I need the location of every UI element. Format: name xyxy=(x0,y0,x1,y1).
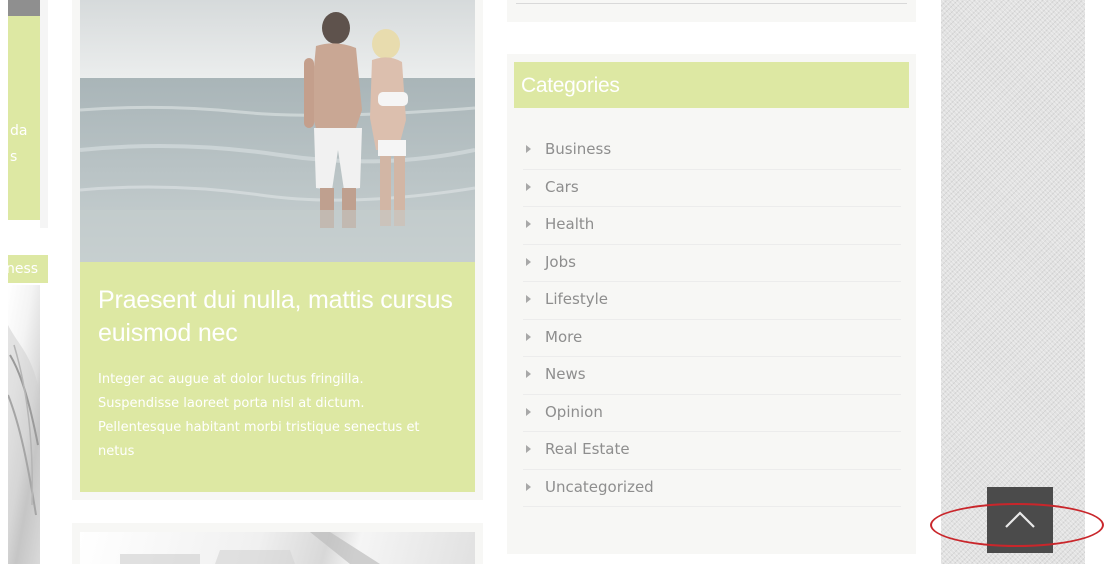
category-link[interactable]: Uncategorized xyxy=(545,477,654,497)
partial-post-text: da s xyxy=(10,123,28,165)
card-cap xyxy=(8,0,40,16)
partial-post-image[interactable] xyxy=(8,285,40,564)
caret-right-icon xyxy=(526,220,531,228)
category-link[interactable]: Jobs xyxy=(545,252,576,272)
partial-post-card[interactable]: da s xyxy=(8,0,40,220)
category-item-lifestyle[interactable]: Lifestyle xyxy=(523,282,901,320)
category-item-business[interactable]: Business xyxy=(523,132,901,170)
next-post-card xyxy=(72,523,483,564)
category-list: Business Cars Health Jobs Lifestyle More… xyxy=(523,132,901,507)
caret-right-icon xyxy=(526,370,531,378)
back-to-top-button[interactable] xyxy=(987,487,1053,553)
background-pattern-panel xyxy=(941,0,1085,564)
category-item-real-estate[interactable]: Real Estate xyxy=(523,432,901,470)
search-widget xyxy=(507,0,916,22)
caret-right-icon xyxy=(526,295,531,303)
caret-right-icon xyxy=(526,407,531,416)
category-item-more[interactable]: More xyxy=(523,320,901,357)
caret-right-icon xyxy=(526,332,531,341)
post-title-link[interactable]: Praesent dui nulla, mattis cursus euismo… xyxy=(98,284,468,350)
category-link[interactable]: Opinion xyxy=(545,402,603,422)
featured-post-image[interactable] xyxy=(80,0,475,262)
widget-title: Categories xyxy=(521,74,620,97)
post-excerpt: Integer ac augue at dolor luctus fringil… xyxy=(98,372,420,459)
left-post-column: da s ness xyxy=(0,0,48,564)
categories-widget: Categories Business Cars Health Jobs Lif… xyxy=(507,54,916,554)
category-item-health[interactable]: Health xyxy=(523,207,901,245)
category-item-cars[interactable]: Cars xyxy=(523,170,901,207)
category-item-opinion[interactable]: Opinion xyxy=(523,395,901,432)
category-link[interactable]: News xyxy=(545,364,586,384)
divider xyxy=(516,3,907,4)
category-link[interactable]: Real Estate xyxy=(545,439,630,459)
category-link[interactable]: Business xyxy=(545,139,611,159)
category-item-news[interactable]: News xyxy=(523,357,901,395)
category-item-jobs[interactable]: Jobs xyxy=(523,245,901,282)
caret-right-icon xyxy=(526,445,531,453)
widget-header: Categories xyxy=(514,62,909,108)
featured-post-body: Praesent dui nulla, mattis cursus euismo… xyxy=(80,262,475,492)
chevron-up-icon xyxy=(1005,511,1035,528)
card-shadow xyxy=(40,0,48,228)
category-link[interactable]: Cars xyxy=(545,177,579,197)
category-item-uncategorized[interactable]: Uncategorized xyxy=(523,470,901,507)
caret-right-icon xyxy=(526,257,531,266)
caret-right-icon xyxy=(526,482,531,491)
category-label[interactable]: ness xyxy=(8,255,48,283)
category-link[interactable]: Lifestyle xyxy=(545,289,608,309)
next-post-image[interactable] xyxy=(80,532,475,564)
caret-right-icon xyxy=(526,182,531,191)
category-link[interactable]: Health xyxy=(545,214,594,234)
caret-right-icon xyxy=(526,145,531,153)
category-link[interactable]: More xyxy=(545,327,582,347)
